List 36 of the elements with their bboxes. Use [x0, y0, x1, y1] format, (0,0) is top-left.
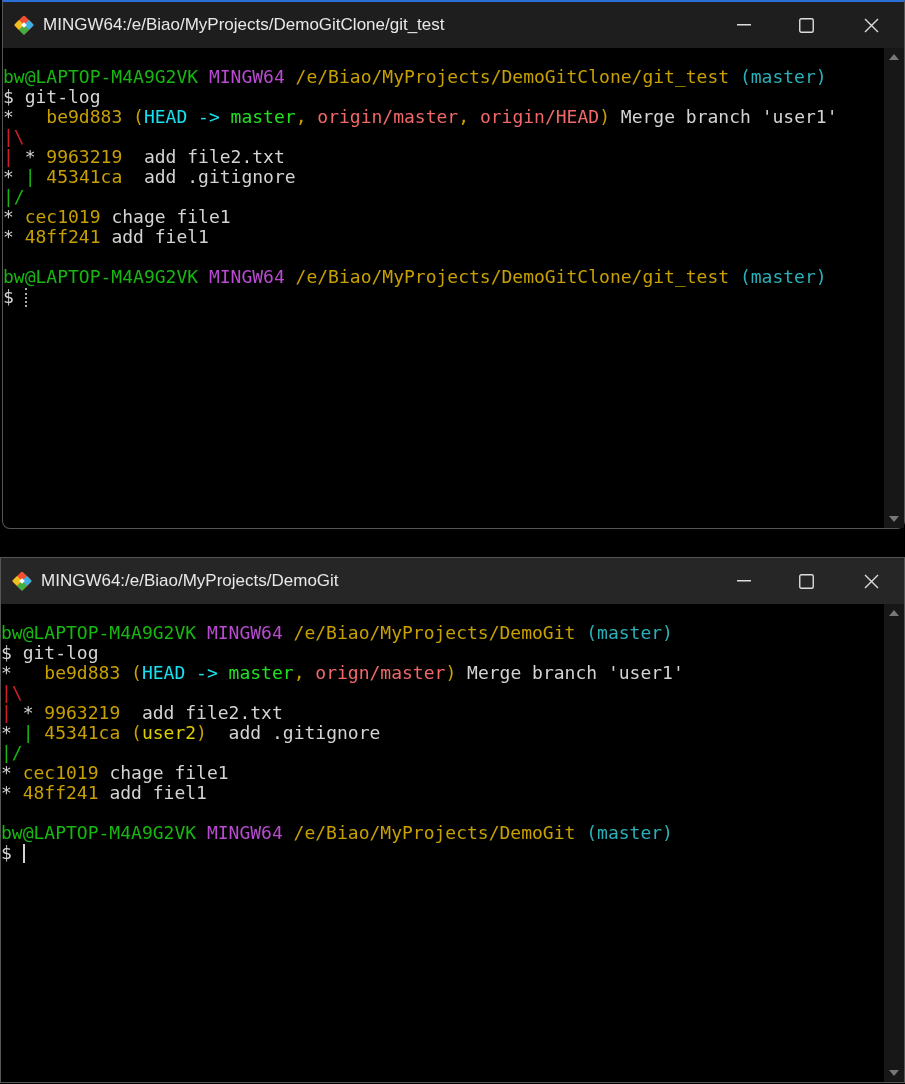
terminal-line: * cec1019 chage file1 [3, 207, 231, 227]
terminal-line: $ git-log [3, 87, 101, 107]
scroll-up-icon [889, 54, 899, 60]
terminal-line: * 48ff241 add fiel1 [1, 783, 207, 803]
minimize-icon [737, 24, 751, 26]
terminal-line: bw@LAPTOP-M4A9G2VK MINGW64 /e/Biao/MyProjects/DemoGit (master) [1, 823, 673, 843]
minimize-icon [737, 580, 751, 582]
terminal-line: * | 45341ca add .gitignore [3, 167, 296, 187]
scrollbar[interactable] [884, 604, 904, 1082]
scroll-down-icon [889, 516, 899, 522]
scrollbar[interactable] [884, 48, 904, 528]
terminal-line: * | 45341ca (user2) add .gitignore [1, 723, 381, 743]
window-title: MINGW64:/e/Biao/MyProjects/DemoGit [41, 570, 339, 593]
terminal-line: | * 9963219 add file2.txt [1, 703, 283, 723]
window-title: MINGW64:/e/Biao/MyProjects/DemoGitClone/git_test [43, 14, 445, 37]
terminal-line: * cec1019 chage file1 [1, 763, 229, 783]
terminal-line: bw@LAPTOP-M4A9G2VK MINGW64 /e/Biao/MyProjects/DemoGitClone/git_test (master) [3, 67, 827, 87]
terminal-line: |/ [1, 743, 23, 763]
terminal-line: bw@LAPTOP-M4A9G2VK MINGW64 /e/Biao/MyProjects/DemoGitClone/git_test (master) [3, 267, 827, 287]
terminal-line: |/ [3, 187, 25, 207]
terminal-line: | * 9963219 add file2.txt [3, 147, 285, 167]
terminal-line: $ git-log [1, 643, 99, 663]
terminal-line: $ [3, 287, 14, 307]
scroll-down-icon [889, 1070, 899, 1076]
terminal-line: * be9d883 (HEAD -> master, origin/master, origin/HEAD) Merge branch 'user1' [3, 107, 838, 127]
maximize-icon [799, 17, 814, 33]
terminal-line: $ [1, 843, 12, 863]
maximize-icon [799, 573, 814, 589]
terminal-line: * be9d883 (HEAD -> master, orign/master) Merge branch 'user1' [1, 663, 684, 683]
terminal-line: |\ [3, 127, 25, 147]
terminal-line: bw@LAPTOP-M4A9G2VK MINGW64 /e/Biao/MyProjects/DemoGit (master) [1, 623, 673, 643]
scroll-up-icon [889, 610, 899, 616]
terminal-line: * 48ff241 add fiel1 [3, 227, 209, 247]
close-icon [864, 573, 879, 589]
close-icon [864, 17, 879, 33]
terminal-line: |\ [1, 683, 23, 703]
